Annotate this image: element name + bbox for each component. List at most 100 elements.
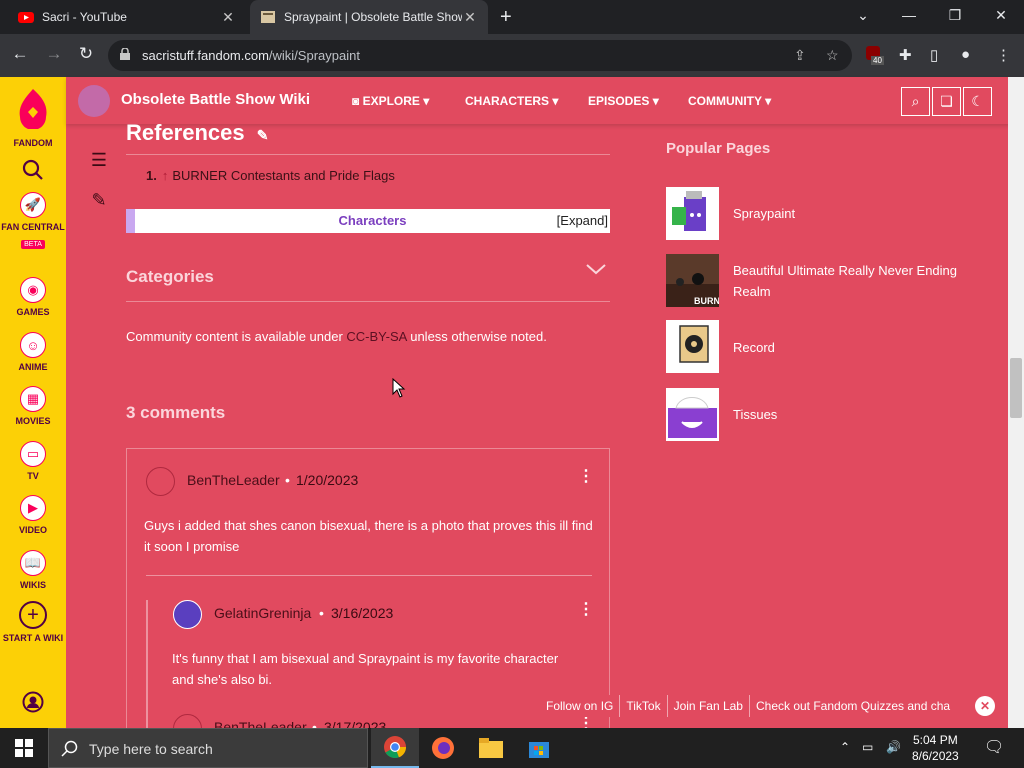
comment-author[interactable]: GelatinGreninja (214, 605, 311, 621)
play-icon: ▶ (20, 495, 46, 521)
join-fan-lab-link[interactable]: Join Fan Lab (667, 695, 750, 717)
notifications-icon[interactable]: 🗨 (984, 737, 1004, 757)
nav-community[interactable]: COMMUNITY ▾ (688, 94, 771, 108)
firefox-icon[interactable] (419, 728, 467, 768)
share-icon[interactable]: ⇪ (794, 47, 806, 64)
wiki-name[interactable]: Obsolete Battle Show Wiki (121, 91, 310, 108)
forward-icon[interactable]: → (42, 44, 66, 64)
url-text: sacristuff.fandom.com/wiki/Spraypaint (142, 48, 360, 63)
book-icon: 📖 (20, 550, 46, 576)
backlink-caret[interactable]: ↑ (162, 168, 169, 183)
reference-item: 1. ↑ BURNER Contestants and Pride Flags (146, 168, 395, 183)
rail-video[interactable]: ▶ VIDEO (0, 495, 66, 536)
avatar[interactable] (146, 467, 175, 496)
categories-toggle[interactable]: Categories (126, 267, 214, 287)
fandom-quizzes-link[interactable]: Check out Fandom Quizzes and cha (749, 695, 958, 717)
navbox-expand-link[interactable]: [Expand] (557, 213, 608, 228)
file-explorer-icon[interactable] (467, 728, 515, 768)
new-tab-icon[interactable]: + (500, 6, 512, 29)
nav-explore[interactable]: ◙ EXPLORE ▾ (352, 94, 429, 108)
side-panel-icon[interactable]: ▯ (930, 46, 938, 64)
divider (126, 154, 610, 155)
tiktok-link[interactable]: TikTok (620, 695, 668, 717)
navbox-title[interactable]: Characters (135, 213, 610, 228)
rail-start-a-wiki[interactable]: + START A WIKI (0, 601, 66, 644)
gamepad-icon: ◉ (20, 277, 46, 303)
close-window-icon[interactable]: ✕ (978, 0, 1024, 34)
edit-pencil-icon[interactable]: ✎ (84, 180, 114, 220)
reference-link[interactable]: BURNER Contestants and Pride Flags (172, 168, 395, 183)
comment-text: It's funny that I am bisexual and Sprayp… (172, 651, 559, 687)
avatar[interactable] (173, 600, 202, 629)
rail-anime[interactable]: ☺ ANIME (0, 332, 66, 373)
separator-dot: • (285, 472, 290, 488)
rail-label: ANIME (18, 362, 48, 372)
thumbnail-tissues[interactable] (666, 388, 719, 441)
wiki-logo[interactable] (78, 85, 110, 117)
theme-toggle-icon[interactable]: ☾ (963, 87, 992, 116)
minimize-icon[interactable]: — (886, 0, 932, 34)
popular-page-link[interactable]: Spraypaint (733, 203, 963, 224)
browser-menu-icon[interactable]: ⋮ (996, 46, 1011, 64)
page-tools: ☰ ✎ (84, 140, 114, 220)
rail-games[interactable]: ◉ GAMES (0, 277, 66, 318)
thumbnail-record[interactable] (666, 320, 719, 373)
volume-icon[interactable]: 🔊 (886, 740, 901, 754)
fandom-logo[interactable]: FANDOM (0, 87, 66, 149)
popular-pages-heading: Popular Pages (666, 140, 771, 157)
user-account-icon[interactable] (0, 691, 66, 718)
close-tab-icon[interactable]: ✕ (462, 9, 478, 26)
search-placeholder: Type here to search (89, 741, 213, 757)
reply-thread-line (146, 600, 148, 728)
taskbar-search[interactable]: Type here to search (48, 728, 368, 768)
tab-youtube[interactable]: Sacri - YouTube ✕ (8, 0, 246, 34)
scrollbar-thumb[interactable] (1010, 358, 1022, 418)
more-options-icon[interactable]: ⋮ (578, 466, 594, 486)
tab-spraypaint[interactable]: Spraypaint | Obsolete Battle Show ✕ (250, 0, 488, 34)
more-options-icon[interactable]: ⋮ (578, 599, 594, 619)
table-of-contents-icon[interactable]: ☰ (84, 140, 114, 180)
back-icon[interactable]: ← (8, 44, 32, 64)
bookmark-star-icon[interactable]: ☆ (826, 47, 839, 64)
edit-section-icon[interactable]: ✎ (257, 127, 269, 143)
comment-author[interactable]: BenTheLeader (187, 472, 280, 488)
windows-start-icon[interactable] (0, 728, 48, 768)
divider (126, 301, 610, 302)
close-icon[interactable]: ✕ (975, 696, 995, 716)
discussions-icon[interactable]: ❏ (932, 87, 961, 116)
popular-page-link[interactable]: Tissues (733, 404, 963, 425)
comment-date[interactable]: 1/20/2023 (296, 472, 358, 488)
nav-characters[interactable]: CHARACTERS ▾ (465, 94, 558, 108)
license-link[interactable]: CC-BY-SA (346, 329, 406, 344)
tab-search-icon[interactable]: ⌄ (840, 0, 886, 34)
restore-icon[interactable]: ❐ (932, 0, 978, 34)
address-bar[interactable]: sacristuff.fandom.com/wiki/Spraypaint ⇪ … (108, 40, 852, 71)
popular-page-link[interactable]: Beautiful Ultimate Really Never Ending R… (733, 260, 963, 302)
nav-episodes[interactable]: EPISODES ▾ (588, 94, 659, 108)
rail-fan-central[interactable]: 🚀 FAN CENTRAL BETA (0, 192, 66, 251)
popular-page-link[interactable]: Record (733, 337, 963, 358)
rail-tv[interactable]: ▭ TV (0, 441, 66, 482)
thumbnail-spraypaint[interactable] (666, 187, 719, 240)
extensions-puzzle-icon[interactable]: ✚ (899, 46, 912, 64)
rail-label: GAMES (16, 307, 50, 317)
taskbar-clock[interactable]: 5:04 PM 8/6/2023 (912, 732, 959, 764)
ublock-extension-icon[interactable]: 40 (866, 46, 884, 65)
search-icon[interactable] (0, 159, 66, 186)
rail-wikis[interactable]: 📖 WIKIS (0, 550, 66, 591)
search-icon[interactable]: ⌕ (901, 87, 930, 116)
microsoft-store-icon[interactable] (515, 728, 563, 768)
chevron-up-icon[interactable]: ⌃ (840, 740, 850, 754)
chrome-icon[interactable] (371, 728, 419, 768)
reload-icon[interactable]: ↻ (74, 44, 98, 64)
profile-icon[interactable]: ● (961, 46, 970, 63)
close-tab-icon[interactable]: ✕ (220, 9, 236, 26)
thumbnail-burner[interactable]: BURN (666, 254, 719, 307)
anime-icon: ☺ (20, 332, 46, 358)
chevron-down-icon[interactable] (585, 262, 607, 276)
extension-badge: 40 (871, 56, 884, 65)
network-icon[interactable]: ▭ (862, 740, 873, 754)
comment-date[interactable]: 3/16/2023 (331, 605, 393, 621)
rail-movies[interactable]: ▦ MOVIES (0, 386, 66, 427)
follow-ig-link[interactable]: Follow on IG (540, 695, 621, 717)
